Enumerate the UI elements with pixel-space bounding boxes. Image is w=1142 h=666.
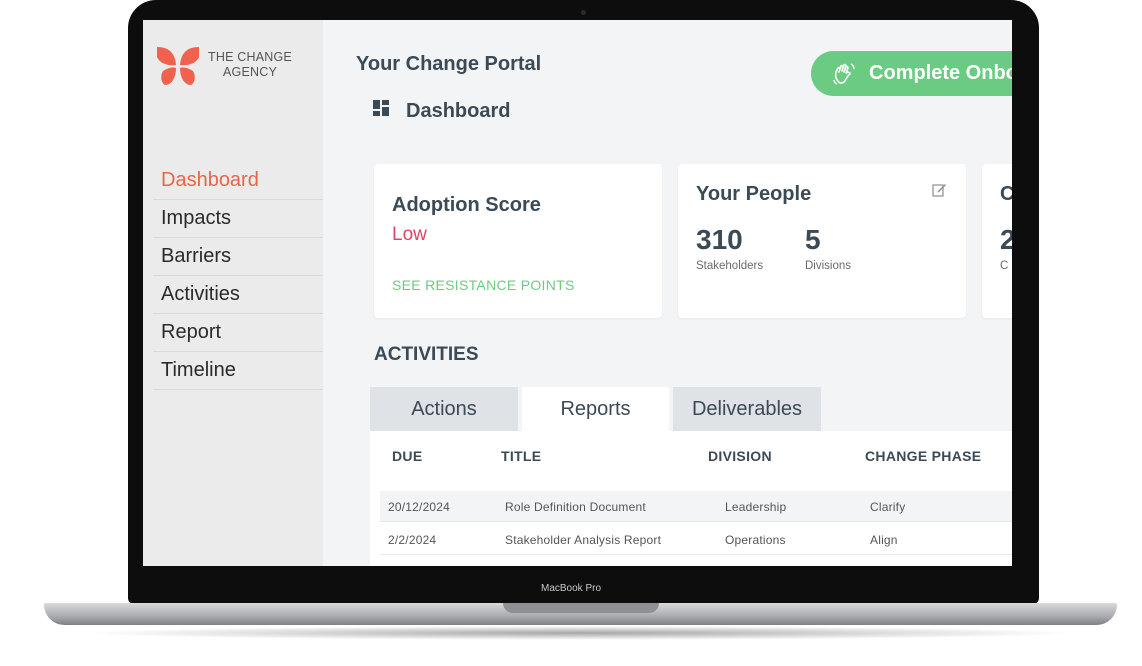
third-card-value: 2 bbox=[1000, 224, 1012, 255]
adoption-score-title: Adoption Score bbox=[392, 194, 541, 216]
laptop-shadow bbox=[80, 626, 1080, 640]
sidebar-item-dashboard[interactable]: Dashboard bbox=[153, 162, 323, 200]
complete-onboarding-button[interactable]: Complete Onbo bbox=[811, 51, 1012, 96]
device-label: MacBook Pro bbox=[540, 583, 602, 594]
page-title: Dashboard bbox=[406, 100, 511, 122]
brand-name: THE CHANGE AGENCY bbox=[205, 50, 295, 80]
stakeholders-count: 310 bbox=[696, 224, 743, 255]
row-title: Role Definition Document bbox=[505, 500, 646, 514]
row-due: 20/12/2024 bbox=[388, 500, 451, 514]
dashboard-grid-icon bbox=[373, 100, 389, 116]
divisions-label: Divisions bbox=[805, 260, 852, 272]
activities-heading: ACTIVITIES bbox=[374, 344, 479, 365]
stakeholders-label: Stakeholders bbox=[696, 260, 764, 272]
column-header-change-phase[interactable]: CHANGE PHASE bbox=[865, 448, 981, 464]
sidebar-item-barriers[interactable]: Barriers bbox=[153, 238, 323, 276]
adoption-score-value: Low bbox=[392, 224, 427, 245]
sidebar-item-timeline[interactable]: Timeline bbox=[153, 352, 323, 390]
brand-name-line2: AGENCY bbox=[223, 65, 277, 79]
complete-onboarding-label: Complete Onbo bbox=[869, 62, 1012, 84]
third-card-partial: C 2 C bbox=[982, 164, 1012, 318]
tab-reports[interactable]: Reports bbox=[522, 387, 669, 431]
screen: THE CHANGE AGENCY Dashboard Impacts Barr… bbox=[143, 20, 1012, 566]
tab-deliverables[interactable]: Deliverables bbox=[673, 387, 821, 431]
your-people-title: Your People bbox=[696, 183, 812, 205]
third-card-title: C bbox=[1000, 183, 1012, 205]
row-title: Stakeholder Analysis Report bbox=[505, 533, 662, 547]
butterfly-logo-icon bbox=[157, 47, 199, 85]
brand-name-line1: THE CHANGE bbox=[208, 50, 292, 64]
your-people-card: Your People 310 Stakeholders 5 Divisions bbox=[678, 164, 966, 318]
row-change-phase: Align bbox=[870, 533, 898, 547]
camera-dot bbox=[581, 10, 586, 15]
sidebar-item-impacts[interactable]: Impacts bbox=[153, 200, 323, 238]
sidebar-item-activities[interactable]: Activities bbox=[153, 276, 323, 314]
sidebar: THE CHANGE AGENCY Dashboard Impacts Barr… bbox=[143, 20, 323, 566]
see-resistance-points-link[interactable]: SEE RESISTANCE POINTS bbox=[392, 277, 575, 293]
row-due: 2/2/2024 bbox=[388, 533, 437, 547]
sidebar-item-report[interactable]: Report bbox=[153, 314, 323, 352]
divisions-count: 5 bbox=[805, 224, 821, 255]
table-row[interactable]: 2/2/2024 Stakeholder Analysis Report Ope… bbox=[380, 524, 1012, 555]
table-row[interactable]: 20/12/2024 Role Definition Document Lead… bbox=[380, 491, 1012, 522]
column-header-division[interactable]: DIVISION bbox=[708, 448, 772, 464]
adoption-score-card: Adoption Score Low SEE RESISTANCE POINTS bbox=[374, 164, 662, 318]
row-division: Leadership bbox=[725, 500, 787, 514]
edit-icon[interactable] bbox=[932, 182, 947, 197]
waving-hand-icon bbox=[833, 63, 855, 85]
activities-table: DUE TITLE DIVISION CHANGE PHASE 20/12/20… bbox=[370, 431, 1012, 566]
column-header-due[interactable]: DUE bbox=[392, 448, 422, 464]
column-header-title[interactable]: TITLE bbox=[501, 448, 541, 464]
laptop-notch bbox=[503, 603, 659, 613]
tab-actions[interactable]: Actions bbox=[370, 387, 518, 431]
row-change-phase: Clarify bbox=[870, 500, 906, 514]
third-card-label: C bbox=[1000, 260, 1009, 272]
row-division: Operations bbox=[725, 533, 786, 547]
portal-title: Your Change Portal bbox=[356, 53, 542, 75]
sidebar-nav: Dashboard Impacts Barriers Activities Re… bbox=[153, 162, 323, 390]
